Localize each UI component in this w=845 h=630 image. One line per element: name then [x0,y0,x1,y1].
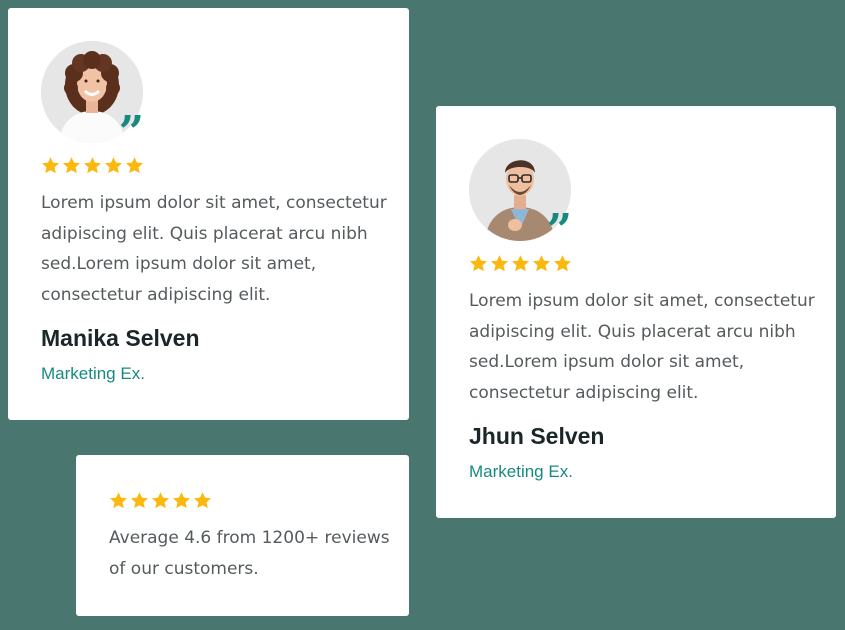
rating-summary-card: Average 4.6 from 1200+ reviews of our cu… [76,455,409,616]
star-icon [469,254,488,273]
star-icon [490,254,509,273]
summary-text: Average 4.6 from 1200+ reviews of our cu… [109,528,390,579]
star-icon [109,491,128,510]
testimonial-card-jhun: ” Lorem ipsum dolor sit amet, consectetu… [436,106,836,518]
star-icon [41,156,60,175]
star-icon [130,491,149,510]
star-icon [151,491,170,510]
testimonial-card-manika: ” Lorem ipsum dolor sit amet, consectetu… [8,8,409,420]
quote-icon: ” [546,205,572,256]
avatar-wrap: ” [469,139,572,253]
reviewer-role: Marketing Ex. [41,364,145,383]
star-rating [109,491,212,510]
testimonial-text: Lorem ipsum dolor sit amet, consectetur … [41,193,387,305]
reviewer-name: Manika Selven [41,325,200,351]
star-icon [125,156,144,175]
star-icon [62,156,81,175]
star-icon [172,491,191,510]
star-icon [83,156,102,175]
quote-icon: ” [118,107,144,158]
reviewer-name: Jhun Selven [469,423,605,449]
star-rating [469,254,572,273]
reviewer-role: Marketing Ex. [469,462,573,481]
star-icon [553,254,572,273]
star-icon [193,491,212,510]
testimonial-text: Lorem ipsum dolor sit amet, consectetur … [469,291,815,403]
star-icon [532,254,551,273]
star-rating [41,156,144,175]
avatar-wrap: ” [41,41,144,155]
star-icon [104,156,123,175]
star-icon [511,254,530,273]
